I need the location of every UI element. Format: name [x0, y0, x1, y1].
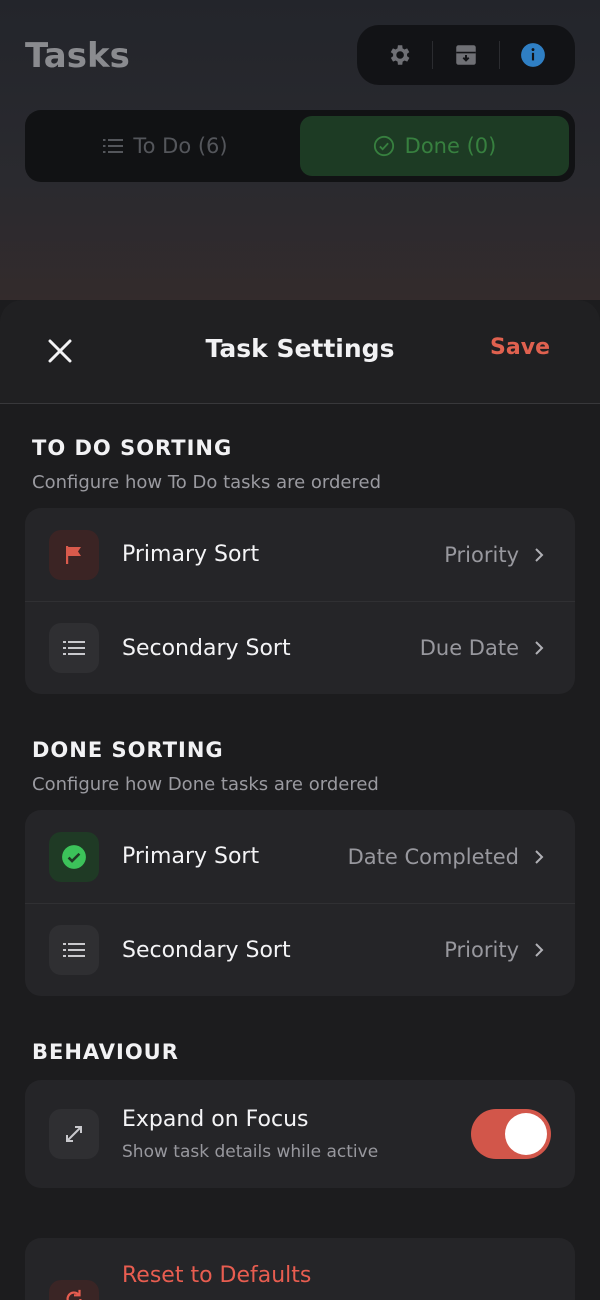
section-subtitle: Configure how Done tasks are ordered [32, 774, 379, 795]
chevron-right-icon [535, 547, 544, 562]
list-icon [63, 641, 85, 655]
done-sorting-card: Primary Sort Date Completed Secondary So… [25, 810, 575, 996]
save-button[interactable]: Save [490, 335, 550, 360]
toggle-title: Expand on Focus [122, 1106, 309, 1132]
todo-secondary-sort-row[interactable]: Secondary Sort Due Date [25, 601, 575, 694]
row-label: Secondary Sort [122, 635, 291, 661]
flag-icon [66, 545, 81, 564]
tab-done[interactable]: Done (0) [300, 116, 569, 176]
done-primary-sort-row[interactable]: Primary Sort Date Completed [25, 810, 575, 903]
section-title: DONE SORTING [32, 738, 224, 762]
chevron-right-icon [535, 943, 544, 957]
row-value: Priority [444, 938, 519, 962]
row-icon-box [49, 623, 99, 673]
row-value: Date Completed [347, 844, 519, 869]
check-circle-icon [373, 135, 394, 157]
section-title: TO DO SORTING [32, 436, 233, 460]
archive-button[interactable] [436, 33, 496, 77]
row-icon-box [49, 925, 99, 975]
toggle-text: Expand on Focus Show task details while … [122, 1107, 471, 1162]
settings-button[interactable] [369, 33, 429, 77]
check-circle-icon [62, 844, 86, 869]
row-label: Secondary Sort [122, 937, 291, 963]
list-icon [103, 139, 124, 153]
reset-icon [66, 1289, 82, 1300]
todo-sorting-card: Primary Sort Priority Secondary Sort Due… [25, 508, 575, 694]
row-icon-box [49, 529, 99, 580]
tab-todo-label: To Do (6) [133, 134, 228, 158]
chevron-right-icon [535, 849, 544, 864]
row-icon-box [49, 1280, 99, 1300]
app-toolbar [357, 25, 575, 85]
todo-primary-sort-row[interactable]: Primary Sort Priority [25, 508, 575, 601]
tab-todo[interactable]: To Do (6) [31, 116, 300, 176]
toggle-subtitle: Show task details while active [122, 1141, 379, 1162]
done-secondary-sort-row[interactable]: Secondary Sort Priority [25, 903, 575, 996]
list-icon [63, 943, 85, 957]
archive-icon [456, 45, 476, 65]
task-settings-sheet: Task Settings Save TO DO SORTING Configu… [0, 300, 600, 1300]
expand-on-focus-row: Expand on Focus Show task details while … [25, 1080, 575, 1188]
app-title: Tasks [25, 36, 130, 76]
section-subtitle: Configure how To Do tasks are ordered [32, 472, 382, 493]
behaviour-card: Expand on Focus Show task details while … [25, 1080, 575, 1188]
info-icon [521, 43, 546, 67]
gear-icon [390, 45, 409, 65]
toggle-knob [505, 1113, 547, 1155]
reset-label: Reset to Defaults [122, 1263, 312, 1288]
row-icon-box [49, 831, 99, 882]
row-icon-box [49, 1109, 99, 1159]
task-filter-tabs: To Do (6) Done (0) [25, 110, 575, 182]
info-button[interactable] [503, 33, 563, 77]
reset-to-defaults-button[interactable]: Reset to Defaults [25, 1238, 575, 1300]
behaviour-header: BEHAVIOUR [0, 1040, 600, 1064]
background-app: Tasks To Do (6) Done (0) [0, 0, 600, 300]
row-value: Due Date [419, 636, 519, 660]
expand-icon [66, 1126, 82, 1142]
tab-done-label: Done (0) [404, 134, 497, 158]
sheet-header: Task Settings Save [0, 300, 600, 404]
done-sorting-header: DONE SORTING Configure how Done tasks ar… [0, 738, 600, 795]
row-label: Primary Sort [122, 542, 260, 567]
chevron-right-icon [535, 641, 544, 655]
section-title: BEHAVIOUR [32, 1040, 179, 1064]
row-value: Priority [444, 542, 519, 567]
expand-on-focus-toggle[interactable] [471, 1109, 551, 1159]
row-label: Primary Sort [122, 844, 260, 869]
todo-sorting-header: TO DO SORTING Configure how To Do tasks … [0, 436, 600, 493]
